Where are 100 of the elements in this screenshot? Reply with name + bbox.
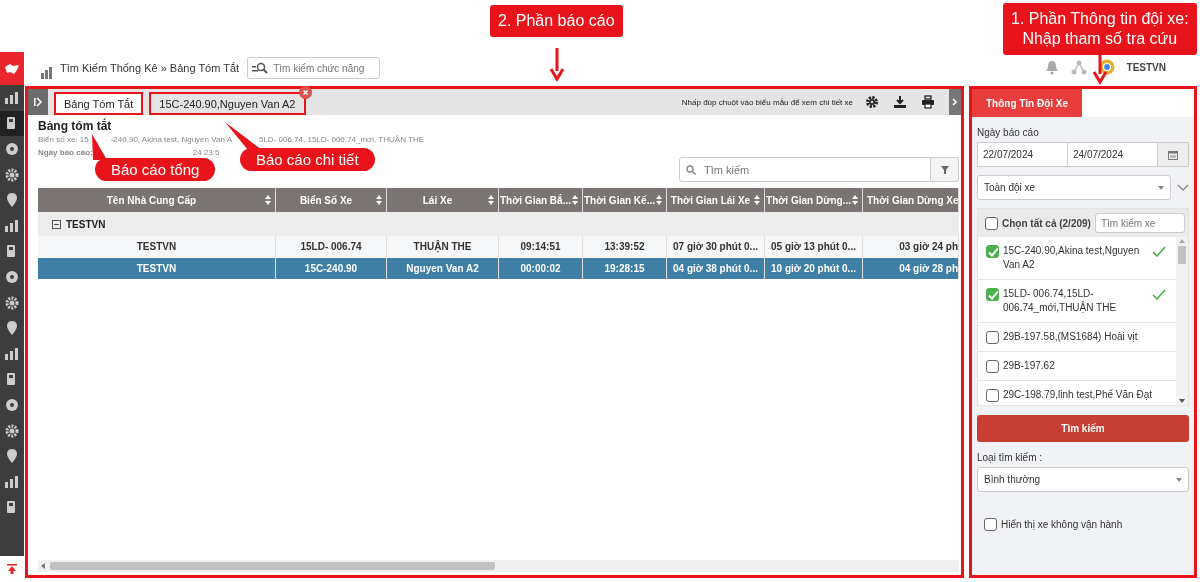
sort-icon[interactable] (851, 195, 859, 205)
logo-icon (4, 61, 20, 76)
column-title: Thời Gian Bắ... (500, 194, 571, 206)
table-cell: TESTVN (38, 258, 276, 280)
hint-text: Nhấp đúp chuột vào biểu mẫu để xem chi tiết xe (681, 97, 853, 107)
bars-icon[interactable] (4, 89, 20, 106)
table-cell: Nguyen Van A2 (387, 258, 499, 280)
gear-icon[interactable] (4, 166, 20, 183)
column-header[interactable]: Thời Gian Dừng Xe (863, 188, 959, 212)
sort-icon[interactable] (571, 195, 579, 205)
select-all-label: Chọn tất cả (2/209) (1002, 217, 1091, 229)
report-info: 24 23:5 (192, 148, 220, 157)
horizontal-scrollbar[interactable] (38, 560, 959, 572)
circle-icon[interactable] (4, 141, 20, 157)
table-cell: TESTVN (38, 236, 276, 258)
column-header[interactable]: Thời Gian Lái Xe (667, 188, 765, 212)
sort-icon[interactable] (264, 195, 272, 205)
pin-icon[interactable] (4, 192, 20, 209)
bars-icon[interactable] (4, 473, 20, 490)
gear-icon[interactable] (4, 294, 20, 311)
search-field[interactable]: Tìm kiếm (679, 157, 931, 182)
callout-arrow (1093, 53, 1107, 82)
checkbox[interactable] (986, 288, 999, 301)
print-icon[interactable] (921, 95, 935, 109)
table-cell: 09:14:51 (499, 236, 583, 258)
field-label: Ngày báo cáo (977, 127, 1040, 138)
download-icon[interactable] (893, 95, 907, 109)
select-value: Bình thường (984, 474, 1041, 485)
column-header[interactable]: Biển Số Xe (276, 188, 387, 212)
checkbox[interactable] (985, 216, 998, 230)
scrollbar-thumb[interactable] (1178, 246, 1186, 264)
column-header[interactable]: Lái Xe (387, 188, 499, 212)
dropdown-caret-icon (1176, 477, 1182, 482)
calendar-icon (1168, 149, 1178, 160)
search-type-select[interactable]: Bình thường (977, 467, 1189, 492)
sort-icon[interactable] (655, 195, 663, 205)
bars-icon[interactable] (4, 345, 20, 362)
chevron-down-icon[interactable] (1177, 184, 1189, 191)
checkbox[interactable] (986, 360, 999, 373)
filter-button[interactable] (931, 157, 959, 182)
vertical-scrollbar[interactable] (1176, 237, 1188, 405)
panel-tab[interactable]: Thông Tin Đội Xe (972, 89, 1083, 117)
sort-icon[interactable] (753, 195, 761, 205)
bars-icon (40, 65, 54, 79)
column-title: Biển Số Xe (299, 194, 353, 206)
vehicle-label: 15C-240.90,Akina test,Nguyen Van A2 (1003, 244, 1141, 272)
chevron-right-icon (952, 98, 958, 106)
bars-icon[interactable] (4, 217, 20, 234)
scroll-down-icon[interactable] (1179, 399, 1185, 403)
column-header[interactable]: Thời Gian Kế... (583, 188, 667, 212)
table-cell: 04 giờ 28 ph (863, 258, 959, 280)
next-button[interactable] (949, 89, 961, 115)
vehicle-label: 15LD- 006.74,15LD- 006.74_mới,THUẬN THE (1003, 287, 1118, 315)
column-header[interactable]: Tên Nhà Cung Cấp (38, 188, 276, 212)
settings-icon[interactable] (865, 95, 879, 109)
callout-arrow (550, 48, 564, 79)
callout-label: 2. Phần báo cáo (490, 5, 623, 37)
table-cell: 03 giờ 24 ph (863, 236, 959, 258)
report-tab[interactable]: Bảng Tóm Tắt (54, 92, 144, 115)
checkbox[interactable] (986, 389, 999, 402)
checkbox[interactable] (984, 518, 997, 531)
sort-icon[interactable] (487, 195, 495, 205)
search-field[interactable]: Tìm kiếm chức năng (247, 57, 381, 79)
scroll-top-icon[interactable] (6, 563, 18, 575)
sort-icon[interactable] (375, 195, 383, 205)
circle-icon[interactable] (4, 268, 20, 285)
report-info: Ngày báo cáo: (38, 148, 93, 157)
vehicle-label: 29B-197.58,(MS1684) Hoài vịt (1003, 330, 1139, 344)
report-tab[interactable]: 15C-240.90,Nguyen Van A2 (149, 92, 306, 115)
group-select[interactable]: Toàn đội xe (977, 175, 1171, 200)
table-cell: 15C-240.90 (276, 258, 387, 280)
checkbox[interactable] (986, 331, 999, 344)
pin-icon[interactable] (4, 448, 20, 465)
calendar-button[interactable] (1157, 142, 1189, 167)
report-info: -240.90, Akina test, Nguyen Van A (110, 135, 232, 144)
table-cell: 10 giờ 20 phút 0... (765, 258, 863, 280)
table-cell: 04 giờ 38 phút 0... (667, 258, 765, 280)
collapse-icon[interactable] (52, 219, 61, 229)
column-title: Tên Nhà Cung Cấp (106, 194, 197, 206)
callout-label: 1. Phần Thông tin đội xe: Nhập tham số tra cứu (1003, 3, 1197, 55)
table-cell: 07 giờ 30 phút 0... (667, 236, 765, 258)
filter-icon (940, 165, 949, 174)
scrollbar-thumb[interactable] (50, 562, 495, 570)
vehicle-label: 29B-197.62 (1003, 359, 1056, 373)
date-field[interactable]: 24/07/2024 (1067, 142, 1157, 167)
column-header[interactable]: Thời Gian Bắ... (499, 188, 583, 212)
checkbox[interactable] (986, 245, 999, 258)
table-cell: 00:00:02 (499, 258, 583, 280)
gear-icon[interactable] (4, 422, 20, 439)
report-title: Bảng tóm tắt (38, 119, 113, 133)
report-info: Biển số xe: 15 (38, 135, 89, 144)
column-header[interactable]: Thời Gian Dừng... (765, 188, 863, 212)
search-field[interactable]: Tìm kiếm xe (1094, 213, 1185, 233)
date-field[interactable]: 22/07/2024 (977, 142, 1067, 167)
search-button[interactable]: Tìm kiếm (977, 415, 1189, 442)
pin-icon[interactable] (4, 320, 20, 337)
group-row[interactable]: TESTVN (38, 212, 959, 236)
circle-icon[interactable] (4, 396, 20, 413)
scroll-left-icon (41, 563, 46, 569)
expand-button[interactable] (28, 89, 48, 115)
